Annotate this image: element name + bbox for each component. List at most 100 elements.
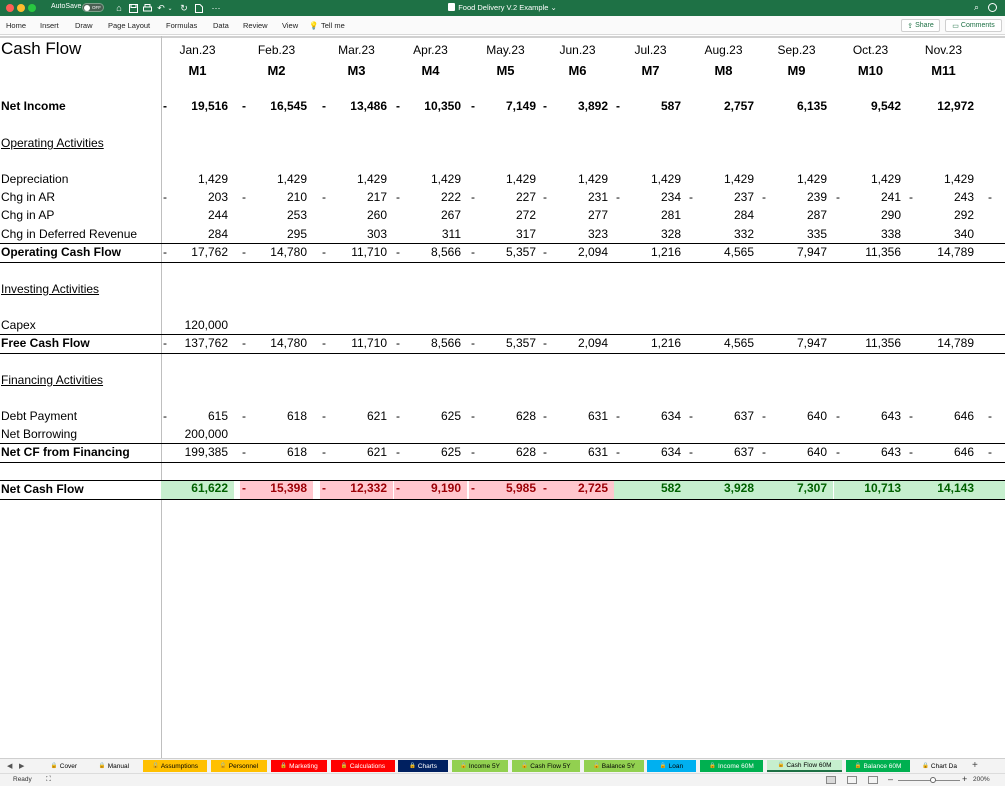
row-label[interactable]: Depreciation [1, 172, 68, 186]
menu-page-layout[interactable]: Page Layout [108, 21, 150, 30]
value-cell[interactable]: - 227 [469, 190, 542, 208]
value-cell[interactable]: - 203 [161, 190, 234, 208]
value-cell[interactable]: - 243 [907, 190, 980, 208]
value-cell[interactable]: 1,216 [614, 336, 687, 354]
value-cell[interactable]: 14,789 [907, 245, 980, 263]
value-cell[interactable]: 1,429 [687, 172, 760, 190]
value-cell[interactable]: 277 [541, 208, 614, 226]
value-cell[interactable]: - 241 [834, 190, 907, 208]
value-cell[interactable]: 61,622 [161, 481, 234, 499]
row-label[interactable]: Chg in AP [1, 208, 54, 222]
row-label[interactable]: Investing Activities [1, 282, 99, 296]
value-cell[interactable]: 244 [161, 208, 234, 226]
value-cell[interactable]: 287 [760, 208, 833, 226]
value-cell[interactable]: - 634 [614, 445, 687, 463]
profile-icon[interactable] [988, 3, 997, 12]
value-cell[interactable]: - 2,094 [541, 245, 614, 263]
value-cell[interactable]: - 5,985 [469, 481, 542, 499]
month-header-cell[interactable]: Oct.23 [834, 43, 907, 57]
sheet-tab[interactable]: 🔒 Calculations [331, 760, 395, 772]
sheet-tab[interactable]: 🔒 Income 60M [700, 760, 763, 772]
value-cell[interactable]: - 210 [240, 190, 313, 208]
value-cell[interactable]: - 628 [469, 409, 542, 427]
row-label[interactable]: Operating Cash Flow [1, 245, 121, 259]
value-cell[interactable]: - 618 [240, 445, 313, 463]
month-header-cell[interactable]: Sep.23 [760, 43, 833, 57]
add-sheet-button[interactable]: + [972, 760, 978, 771]
value-cell[interactable]: 1,429 [834, 172, 907, 190]
value-cell[interactable]: 3,928 [687, 481, 760, 499]
period-header-cell[interactable]: M7 [614, 63, 687, 78]
value-cell[interactable]: - 17,762 [161, 245, 234, 263]
value-cell[interactable]: 12,972 [907, 99, 980, 117]
value-cell[interactable]: - 14,780 [240, 245, 313, 263]
period-header-cell[interactable]: M9 [760, 63, 833, 78]
accessibility-icon[interactable]: ⛶ [46, 776, 51, 784]
value-cell[interactable]: 253 [240, 208, 313, 226]
share-button[interactable]: ⇪ Share [901, 19, 940, 32]
value-cell[interactable]: 1,429 [469, 172, 542, 190]
value-cell[interactable]: 1,429 [614, 172, 687, 190]
value-cell[interactable]: 1,429 [907, 172, 980, 190]
value-cell[interactable]: 4,565 [687, 245, 760, 263]
value-cell[interactable]: - 11,710 [320, 336, 393, 354]
menu-draw[interactable]: Draw [75, 21, 93, 30]
value-cell[interactable]: 260 [320, 208, 393, 226]
sheet-tab[interactable]: 🔒 Manual [89, 760, 139, 772]
value-cell[interactable]: 7,947 [760, 245, 833, 263]
menu-home[interactable]: Home [6, 21, 26, 30]
value-cell[interactable]: 267 [394, 208, 467, 226]
row-label[interactable]: Net Income [1, 99, 66, 113]
value-cell[interactable]: - 10,350 [394, 99, 467, 117]
value-cell[interactable]: 292 [907, 208, 980, 226]
prev-sheet-arrow-icon[interactable]: ◀ [7, 762, 12, 770]
value-cell[interactable]: - 8,566 [394, 336, 467, 354]
sheet-tab[interactable]: 🔒 Personnel [211, 760, 267, 772]
search-icon[interactable]: ⌕ [974, 2, 979, 13]
value-cell[interactable]: - 14,780 [240, 336, 313, 354]
next-sheet-arrow-icon[interactable]: ▶ [19, 762, 24, 770]
row-label[interactable]: Chg in AR [1, 190, 55, 204]
value-cell[interactable]: 290 [834, 208, 907, 226]
month-header-cell[interactable]: Apr.23 [394, 43, 467, 57]
sheet-tab[interactable]: 🔒 Chart Da [914, 760, 965, 772]
page-layout-view-icon[interactable] [847, 776, 857, 784]
value-cell[interactable]: - 634 [614, 409, 687, 427]
value-cell[interactable]: 14,143 [907, 481, 980, 499]
value-cell[interactable]: - 587 [614, 99, 687, 117]
value-cell[interactable]: - 621 [320, 409, 393, 427]
value-cell[interactable]: - 234 [614, 190, 687, 208]
value-cell[interactable]: - 15,398 [240, 481, 313, 499]
month-header-cell[interactable]: May.23 [469, 43, 542, 57]
value-cell[interactable]: - 237 [687, 190, 760, 208]
row-label[interactable]: Capex [1, 318, 36, 332]
value-cell[interactable]: - 646 [907, 409, 980, 427]
value-cell[interactable]: 4,565 [687, 336, 760, 354]
menu-insert[interactable]: Insert [40, 21, 59, 30]
value-cell[interactable]: - 11,710 [320, 245, 393, 263]
value-cell[interactable]: - 628 [469, 445, 542, 463]
value-cell[interactable]: 281 [614, 208, 687, 226]
row-label[interactable]: Debt Payment [1, 409, 77, 423]
value-cell[interactable]: - 637 [687, 445, 760, 463]
zoom-level[interactable]: 200% [973, 776, 990, 783]
value-cell[interactable]: - 621 [320, 445, 393, 463]
comments-button[interactable]: ▭ Comments [945, 19, 1002, 32]
month-header-cell[interactable]: Jul.23 [614, 43, 687, 57]
value-cell[interactable]: - 3,892 [541, 99, 614, 117]
value-cell[interactable]: 14,789 [907, 336, 980, 354]
month-header-cell[interactable]: Mar.23 [320, 43, 393, 57]
sheet-tab[interactable]: 🔒 Income 5Y [452, 760, 508, 772]
value-cell[interactable]: - 7,149 [469, 99, 542, 117]
sheet-tab[interactable]: 🔒 Marketing [271, 760, 327, 772]
value-cell[interactable]: 1,429 [240, 172, 313, 190]
value-cell[interactable]: 1,429 [161, 172, 234, 190]
value-cell[interactable]: - 19,516 [161, 99, 234, 117]
sheet-tab[interactable]: 🔒 Charts [398, 760, 448, 772]
sheet-tab[interactable]: 🔒 Balance 5Y [584, 760, 644, 772]
value-cell[interactable]: 7,307 [760, 481, 833, 499]
value-cell[interactable]: 6,135 [760, 99, 833, 117]
value-cell[interactable]: - 646 [907, 445, 980, 463]
period-header-cell[interactable]: M2 [240, 63, 313, 78]
page-break-view-icon[interactable] [868, 776, 878, 784]
